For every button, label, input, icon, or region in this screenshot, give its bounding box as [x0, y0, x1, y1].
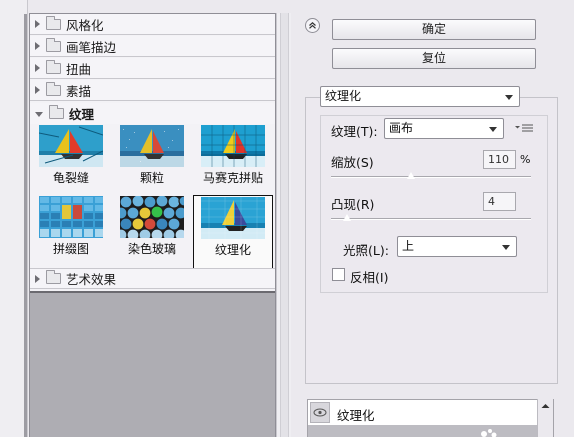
thumb-craquelure[interactable]: 龟裂缝	[31, 125, 111, 186]
thumb-patchwork[interactable]: 拼缀图	[31, 196, 111, 257]
folder-icon	[46, 81, 61, 96]
relief-label: 凸现(R)	[331, 197, 375, 212]
filter-select-value: 纹理化	[325, 89, 362, 103]
category-distort[interactable]: 扭曲	[30, 58, 275, 79]
thumb-texturizer[interactable]: 纹理化	[193, 195, 273, 269]
ok-button[interactable]: 确定	[332, 19, 536, 40]
layer-scrollbar[interactable]	[537, 399, 553, 437]
thumb-label: 颗粒	[139, 171, 164, 185]
menu-icon[interactable]	[514, 122, 534, 134]
left-scroll-strip	[0, 0, 28, 437]
texture-label: 纹理(T):	[331, 124, 378, 139]
thumb-label: 龟裂缝	[52, 171, 89, 185]
thumb-image	[39, 196, 103, 238]
expand-triangle-icon	[35, 64, 40, 72]
folder-icon	[46, 15, 61, 30]
dropdown-arrow-icon	[502, 245, 510, 250]
relief-slider-track[interactable]	[331, 218, 531, 220]
thumb-stained-glass[interactable]: 染色玻璃	[112, 196, 192, 257]
relief-input[interactable]: 4	[483, 192, 516, 211]
category-label: 艺术效果	[66, 272, 117, 287]
effect-layer-name[interactable]: 纹理化	[337, 405, 375, 424]
collapse-chevron-icon[interactable]	[305, 18, 320, 33]
category-label: 画笔描边	[66, 39, 117, 55]
thumb-image	[39, 125, 103, 167]
category-brush-strokes[interactable]: 画笔描边	[30, 36, 275, 57]
thumb-mosaic-tiles[interactable]: 马赛克拼贴	[193, 125, 273, 186]
dropdown-arrow-icon	[489, 127, 497, 132]
folder-icon	[46, 59, 61, 74]
thumb-grain[interactable]: 颗粒	[112, 125, 192, 186]
category-texture[interactable]: 纹理	[30, 103, 275, 124]
category-label: 纹理	[69, 107, 95, 122]
thumb-image	[201, 197, 265, 239]
eye-icon[interactable]	[310, 402, 330, 423]
collapse-triangle-icon	[35, 112, 43, 117]
scaling-slider-track[interactable]	[331, 176, 531, 178]
expand-triangle-icon	[35, 274, 40, 283]
folder-icon	[49, 105, 64, 119]
scaling-label: 缩放(S)	[331, 155, 374, 170]
filter-select[interactable]: 纹理化	[320, 86, 520, 107]
thumb-label: 染色玻璃	[127, 242, 176, 256]
filter-category-panel: 风格化 画笔描边 扭曲 素描 纹理 龟裂缝 颗粒 马赛克拼贴 拼缀图 染色玻璃 …	[29, 13, 276, 437]
thumb-image	[201, 125, 265, 167]
thumb-image	[120, 196, 184, 238]
category-stylize[interactable]: 风格化	[30, 14, 275, 35]
category-label: 素描	[66, 83, 92, 99]
expand-triangle-icon	[35, 20, 40, 28]
effect-layer-panel: 纹理化	[307, 399, 554, 437]
empty-list-area	[30, 291, 275, 437]
category-label: 风格化	[66, 17, 104, 33]
category-label: 扭曲	[66, 61, 92, 77]
folder-icon	[46, 270, 61, 284]
category-sketch[interactable]: 素描	[30, 80, 275, 101]
scaling-slider-knob[interactable]	[406, 171, 416, 179]
expand-triangle-icon	[35, 42, 40, 50]
reset-button[interactable]: 复位	[332, 48, 536, 69]
light-label: 光照(L):	[343, 243, 389, 258]
texture-select-value: 画布	[389, 121, 414, 135]
thumb-image	[120, 125, 184, 167]
relief-slider-knob[interactable]	[342, 213, 352, 221]
invert-label: 反相(I)	[350, 270, 389, 285]
texture-select[interactable]: 画布	[384, 118, 504, 139]
thumb-label: 纹理化	[214, 243, 251, 257]
folder-icon	[46, 37, 61, 52]
scaling-input[interactable]: 110	[483, 150, 516, 169]
category-artistic[interactable]: 艺术效果	[30, 268, 275, 289]
thumb-label: 拼缀图	[52, 242, 89, 256]
light-select-value: 上	[402, 239, 415, 253]
thumb-label: 马赛克拼贴	[202, 171, 263, 185]
invert-checkbox[interactable]	[332, 268, 345, 281]
dropdown-arrow-icon	[505, 95, 513, 100]
category-scrollbar[interactable]	[276, 13, 291, 437]
light-select[interactable]: 上	[397, 236, 517, 257]
scaling-unit: %	[520, 153, 531, 166]
expand-triangle-icon	[35, 86, 40, 94]
effect-layer-preview	[308, 425, 553, 437]
